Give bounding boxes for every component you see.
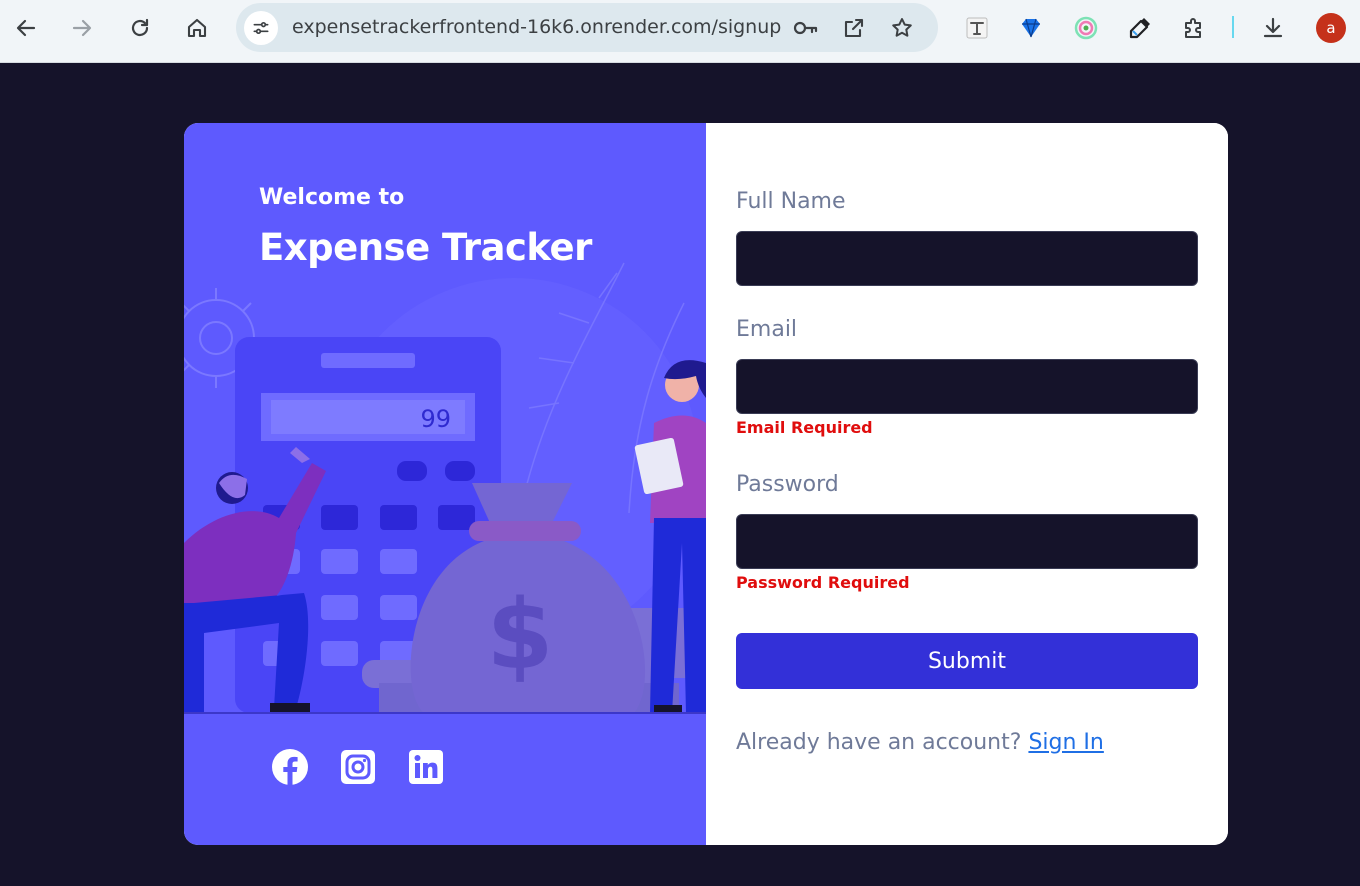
toolbar-separator bbox=[1232, 16, 1234, 38]
extensions-menu-button[interactable] bbox=[1178, 12, 1210, 44]
finance-illustration: 99 $ bbox=[184, 262, 706, 713]
signin-prompt: Already have an account? bbox=[736, 730, 1022, 755]
reload-icon bbox=[131, 18, 149, 37]
password-input[interactable] bbox=[736, 514, 1198, 569]
welcome-subtitle: Welcome to bbox=[259, 185, 405, 210]
key-icon bbox=[793, 21, 818, 35]
downloads-button[interactable] bbox=[1257, 12, 1289, 44]
address-bar[interactable]: expensetrackerfrontend-16k6.onrender.com… bbox=[236, 3, 938, 52]
text-t-icon bbox=[966, 17, 988, 39]
extension-eyedropper-button[interactable] bbox=[1124, 12, 1156, 44]
extension-gem-button[interactable] bbox=[1015, 12, 1047, 44]
browser-toolbar: expensetrackerfrontend-16k6.onrender.com… bbox=[0, 0, 1360, 63]
password-error: Password Required bbox=[736, 573, 910, 592]
extension-text-button[interactable] bbox=[961, 12, 993, 44]
url-text[interactable]: expensetrackerfrontend-16k6.onrender.com… bbox=[292, 3, 781, 52]
instagram-icon bbox=[341, 750, 375, 784]
email-error: Email Required bbox=[736, 418, 873, 437]
welcome-panel: 99 $ Welcome to Expense Tracker bbox=[184, 123, 706, 845]
home-button[interactable] bbox=[179, 10, 215, 46]
back-button[interactable] bbox=[8, 10, 44, 46]
home-icon bbox=[187, 18, 207, 38]
linkedin-icon bbox=[409, 750, 443, 784]
profile-avatar[interactable]: a bbox=[1316, 13, 1346, 43]
signin-link[interactable]: Sign In bbox=[1028, 730, 1103, 755]
site-info-button[interactable] bbox=[244, 11, 278, 45]
email-input[interactable] bbox=[736, 359, 1198, 414]
email-label: Email bbox=[736, 317, 798, 342]
star-icon bbox=[892, 18, 912, 37]
linkedin-link[interactable] bbox=[406, 747, 446, 787]
full-name-label: Full Name bbox=[736, 189, 846, 214]
download-icon bbox=[1263, 17, 1283, 38]
open-external-icon bbox=[844, 18, 864, 38]
bookmark-star-button[interactable] bbox=[889, 15, 915, 41]
gem-icon bbox=[1022, 18, 1040, 38]
svg-text:$: $ bbox=[487, 579, 554, 691]
open-in-app-button[interactable] bbox=[841, 15, 867, 41]
password-key-button[interactable] bbox=[792, 15, 818, 41]
reload-button[interactable] bbox=[122, 10, 158, 46]
illustration-baseline bbox=[184, 712, 706, 714]
calculator-display: 99 bbox=[420, 405, 451, 433]
puzzle-icon bbox=[1185, 18, 1201, 38]
instagram-link[interactable] bbox=[338, 747, 378, 787]
target-icon bbox=[1074, 16, 1098, 40]
signup-form: Full Name Email Email Required Password … bbox=[706, 123, 1228, 845]
facebook-link[interactable] bbox=[270, 747, 310, 787]
forward-arrow-icon bbox=[72, 19, 92, 37]
extension-target-button[interactable] bbox=[1070, 12, 1102, 44]
submit-button[interactable]: Submit bbox=[736, 633, 1198, 689]
back-arrow-icon bbox=[16, 19, 36, 37]
facebook-icon bbox=[272, 749, 308, 785]
tune-icon bbox=[253, 22, 269, 35]
signup-card: 99 $ Welcome to Expense Tracker Full Nam… bbox=[184, 123, 1228, 845]
eyedropper-icon bbox=[1129, 18, 1150, 39]
full-name-input[interactable] bbox=[736, 231, 1198, 286]
forward-button[interactable] bbox=[64, 10, 100, 46]
app-title: Expense Tracker bbox=[259, 226, 592, 269]
signin-prompt-row: Already have an account? Sign In bbox=[736, 730, 1104, 755]
password-label: Password bbox=[736, 472, 839, 497]
